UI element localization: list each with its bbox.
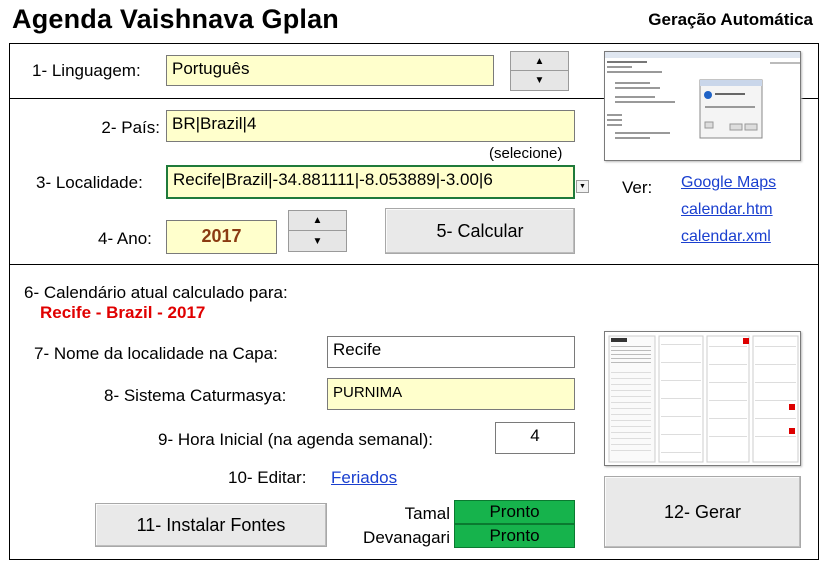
- calculate-button[interactable]: 5- Calcular: [385, 208, 575, 254]
- edit-label: 10- Editar:: [228, 468, 307, 487]
- current-calendar-label: 6- Calendário atual calculado para:: [24, 283, 288, 302]
- calendar-xml-link[interactable]: calendar.xml: [681, 228, 771, 246]
- year-spinner[interactable]: ▲ ▼: [288, 210, 347, 252]
- start-hour-field[interactable]: 4: [495, 422, 575, 454]
- font-name-tamal: Tamal: [404, 504, 450, 523]
- font-status-badge: Pronto: [454, 524, 575, 548]
- language-spinner[interactable]: ▲ ▼: [510, 51, 569, 91]
- country-hint: (selecione): [489, 145, 563, 162]
- generate-button[interactable]: 12- Gerar: [604, 476, 801, 548]
- spin-up-icon[interactable]: ▲: [511, 52, 568, 71]
- language-field[interactable]: Português: [166, 55, 494, 86]
- country-label: 2- País:: [101, 118, 160, 137]
- language-label: 1- Linguagem:: [32, 61, 141, 80]
- google-maps-link[interactable]: Google Maps: [681, 174, 776, 192]
- chevron-down-icon[interactable]: ▼: [576, 180, 589, 193]
- cover-name-label: 7- Nome da localidade na Capa:: [34, 344, 278, 363]
- calendar-htm-link[interactable]: calendar.htm: [681, 201, 773, 219]
- app-title: Agenda Vaishnava Gplan: [12, 4, 340, 34]
- spin-down-icon[interactable]: ▼: [511, 71, 568, 90]
- holidays-link[interactable]: Feriados: [331, 468, 397, 488]
- cover-name-field[interactable]: Recife: [327, 336, 575, 368]
- app-subtitle: Geração Automática: [648, 10, 813, 29]
- current-calendar-value: Recife - Brazil - 2017: [40, 303, 206, 322]
- spin-up-icon[interactable]: ▲: [289, 211, 346, 231]
- year-field[interactable]: 2017: [166, 220, 277, 254]
- section-divider: [9, 264, 819, 265]
- view-label: Ver:: [622, 178, 653, 197]
- caturmasya-field[interactable]: PURNIMA: [327, 378, 575, 410]
- font-status-badge: Pronto: [454, 500, 575, 524]
- spin-down-icon[interactable]: ▼: [289, 231, 346, 251]
- year-label: 4- Ano:: [98, 229, 152, 248]
- locality-field[interactable]: Recife|Brazil|-34.881111|-8.053889|-3.00…: [166, 165, 575, 199]
- locality-label: 3- Localidade:: [36, 173, 143, 192]
- caturmasya-label: 8- Sistema Caturmasya:: [104, 386, 287, 405]
- calendar-preview-thumbnail: [604, 331, 801, 466]
- install-fonts-button[interactable]: 11- Instalar Fontes: [95, 503, 327, 547]
- font-name-devanagari: Devanagari: [363, 528, 450, 547]
- start-hour-label: 9- Hora Inicial (na agenda semanal):: [158, 430, 433, 449]
- country-field[interactable]: BR|Brazil|4: [166, 110, 575, 142]
- app-screenshot-thumbnail: [604, 51, 801, 161]
